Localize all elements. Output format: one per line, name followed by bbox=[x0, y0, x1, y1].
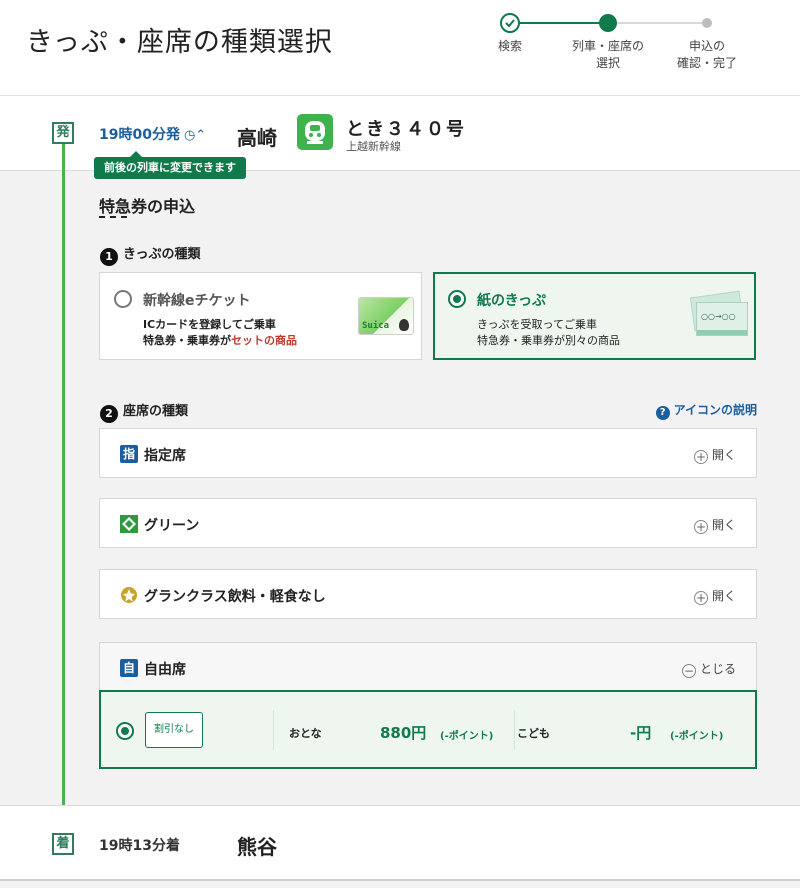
suica-card-image: Suica bbox=[358, 297, 414, 335]
adult-points: (-ポイント) bbox=[440, 731, 494, 742]
seat-type-heading-label: 座席の種類 bbox=[123, 404, 189, 419]
divider bbox=[514, 710, 515, 750]
fare-option-row[interactable]: 割引なし おとな 880円 (-ポイント) こども -円 (-ポイント) bbox=[99, 690, 757, 769]
progress-stepper: 検索 列車・座席の 選択 申込の 確認・完了 bbox=[480, 10, 780, 80]
page-header: きっぷ・座席の種類選択 検索 列車・座席の 選択 申込の 確認・完了 bbox=[0, 0, 800, 96]
seat-label-reserved: 指定席 bbox=[144, 448, 186, 464]
e-ticket-title: 新幹線eチケット bbox=[143, 293, 251, 309]
shinkansen-icon bbox=[297, 114, 333, 150]
departure-station: 高崎 bbox=[237, 126, 277, 150]
seat-row-nonreserved[interactable]: 自 自由席 − とじる bbox=[99, 642, 757, 692]
arrival-time: 19時13分着 bbox=[99, 838, 180, 854]
penguin-icon bbox=[399, 319, 409, 331]
e-ticket-highlight: セットの商品 bbox=[231, 334, 297, 347]
step-number-badge: 1 bbox=[100, 248, 118, 266]
fare-option-radio[interactable] bbox=[116, 722, 134, 740]
child-points: (-ポイント) bbox=[670, 731, 724, 742]
section-title-underline bbox=[99, 216, 127, 218]
suica-card-label: Suica bbox=[362, 321, 390, 331]
child-price: -円 bbox=[630, 724, 652, 742]
arrival-station: 熊谷 bbox=[237, 835, 277, 859]
line-name: 上越新幹線 bbox=[346, 140, 401, 153]
step-number-badge: 2 bbox=[100, 405, 118, 423]
arrival-tag: 着 bbox=[52, 833, 74, 855]
ticket-type-heading-label: きっぷの種類 bbox=[123, 247, 201, 262]
paper-ticket-desc-1: きっぷを受取ってご乗車 bbox=[477, 318, 598, 331]
reserved-seat-icon: 指 bbox=[120, 445, 138, 463]
section-title: 特急券の申込 bbox=[99, 197, 196, 216]
ticket-type-heading: 1 きっぷの種類 bbox=[100, 243, 200, 266]
collapse-nonreserved-button[interactable]: − とじる bbox=[681, 660, 736, 678]
e-ticket-desc-1: ICカードを登録してご乗車 bbox=[143, 318, 276, 331]
seat-label-granclass: グランクラス飲料・軽食なし bbox=[144, 589, 326, 605]
divider bbox=[273, 710, 274, 750]
adult-label: おとな bbox=[289, 727, 322, 740]
minus-icon: − bbox=[681, 664, 696, 678]
plus-icon: + bbox=[693, 591, 708, 605]
route-timeline bbox=[62, 133, 65, 833]
expand-green-button[interactable]: + 開く bbox=[693, 516, 736, 534]
ticket-option-paper[interactable]: 紙のきっぷ きっぷを受取ってご乗車 特急券・乗車券が別々の商品 ○○→○○ bbox=[433, 272, 756, 360]
icon-help-label: アイコンの説明 bbox=[673, 403, 757, 417]
paper-ticket-image: ○○→○○ bbox=[689, 290, 748, 338]
departure-time-selector[interactable]: 19時00分発 ◷⌃ bbox=[99, 124, 206, 144]
step-current-dot bbox=[599, 14, 617, 32]
step-pending-dot bbox=[702, 18, 712, 28]
seat-row-reserved[interactable]: 指 指定席 + 開く bbox=[99, 428, 757, 478]
step-connector-pending bbox=[608, 22, 707, 24]
green-car-icon bbox=[120, 515, 138, 533]
paper-ticket-desc-2: 特急券・乗車券が別々の商品 bbox=[477, 334, 620, 347]
non-reserved-seat-icon: 自 bbox=[120, 659, 138, 677]
discount-badge: 割引なし bbox=[145, 712, 203, 748]
clock-icon: ◷⌃ bbox=[183, 128, 207, 143]
granclass-icon bbox=[120, 586, 138, 604]
plus-icon: + bbox=[693, 520, 708, 534]
adult-price: 880円 bbox=[380, 724, 427, 742]
paper-ticket-route-text: ○○→○○ bbox=[701, 312, 736, 321]
step-connector-done bbox=[510, 22, 608, 24]
paper-ticket-radio[interactable] bbox=[448, 290, 466, 308]
step-search-check-icon bbox=[500, 13, 520, 33]
page-title: きっぷ・座席の種類選択 bbox=[26, 27, 333, 58]
seat-row-green[interactable]: グリーン + 開く bbox=[99, 498, 757, 548]
departure-time: 19時00分発 bbox=[99, 127, 180, 143]
plus-icon: + bbox=[693, 450, 708, 464]
child-label: こども bbox=[517, 727, 550, 740]
expand-granclass-button[interactable]: + 開く bbox=[693, 587, 736, 605]
ticket-option-e-ticket[interactable]: 新幹線eチケット ICカードを登録してご乗車 特急券・乗車券がセットの商品 Su… bbox=[99, 272, 422, 360]
seat-type-heading: 2 座席の種類 bbox=[100, 400, 188, 423]
paper-ticket-title: 紙のきっぷ bbox=[477, 293, 547, 309]
seat-row-granclass[interactable]: グランクラス飲料・軽食なし + 開く bbox=[99, 569, 757, 619]
expand-reserved-button[interactable]: + 開く bbox=[693, 446, 736, 464]
change-train-tooltip: 前後の列車に変更できます bbox=[94, 151, 246, 179]
departure-tag: 発 bbox=[52, 122, 74, 144]
icon-help-link[interactable]: ? アイコンの説明 bbox=[655, 401, 757, 420]
seat-label-nonreserved: 自由席 bbox=[144, 662, 186, 678]
step-label-select: 列車・座席の 選択 bbox=[571, 39, 644, 70]
e-ticket-desc-2: 特急券・乗車券がセットの商品 bbox=[143, 334, 297, 347]
e-ticket-radio[interactable] bbox=[114, 290, 132, 308]
seat-label-green: グリーン bbox=[144, 518, 200, 534]
step-label-search: 検索 bbox=[497, 39, 522, 53]
step-label-confirm: 申込の 確認・完了 bbox=[676, 39, 737, 70]
question-icon: ? bbox=[655, 406, 670, 420]
